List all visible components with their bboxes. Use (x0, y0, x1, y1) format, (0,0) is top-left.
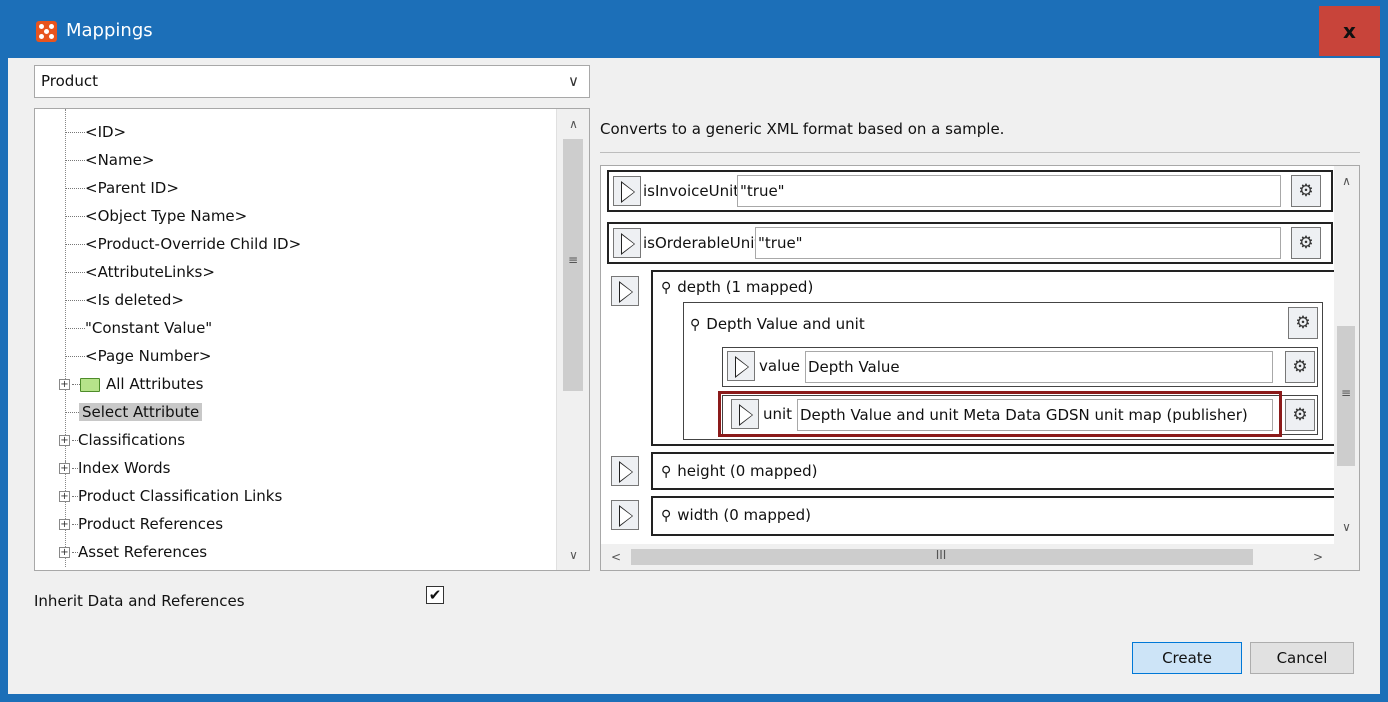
mapping-vertical-scrollbar[interactable]: ∧ ≡ ∨ (1334, 166, 1359, 546)
invoice-unit-field[interactable]: "true" (737, 175, 1281, 207)
depth-group: ⚲ depth (1 mapped) ⚲ Depth Value and unit … (651, 270, 1341, 446)
tree-item-override-child-id[interactable]: <Product-Override Child ID> (65, 231, 301, 257)
depth-value-field[interactable]: Depth Value (805, 351, 1273, 383)
mappings-dialog: Mappings x Product ∨ <ID> <Name> <Parent… (0, 0, 1388, 702)
play-icon[interactable] (611, 500, 639, 530)
scroll-corner (1334, 544, 1359, 570)
tree-item-index-words[interactable]: + Index Words (59, 455, 170, 481)
expand-icon[interactable]: + (59, 435, 70, 446)
inherit-checkbox[interactable]: ✔ (426, 586, 444, 604)
depth-value-label: value (759, 357, 800, 375)
tree-item-all-attributes[interactable]: + All Attributes (59, 371, 203, 397)
tree-scrollbar[interactable]: ∧ ≡ ∨ (556, 109, 589, 570)
width-group: ⚲ width (0 mapped) (651, 496, 1341, 536)
depth-label: ⚲ depth (1 mapped) (661, 278, 814, 296)
divider (600, 152, 1360, 153)
height-label: ⚲ height (0 mapped) (661, 462, 818, 480)
pin-icon: ⚲ (661, 280, 672, 296)
dropdown-value: Product (41, 72, 98, 90)
inherit-label: Inherit Data and References (34, 592, 245, 610)
width-label: ⚲ width (0 mapped) (661, 506, 811, 524)
mapping-horizontal-scrollbar[interactable]: < III > (601, 544, 1334, 570)
grip-icon: III (935, 548, 947, 562)
source-tree: <ID> <Name> <Parent ID> <Object Type Nam… (34, 108, 590, 571)
expand-icon[interactable]: + (59, 491, 70, 502)
grip-icon: ≡ (1340, 386, 1352, 400)
scroll-down-icon[interactable]: ∨ (557, 542, 589, 568)
object-type-dropdown[interactable]: Product ∨ (34, 65, 590, 98)
app-icon (36, 21, 57, 42)
mapping-description: Converts to a generic XML format based o… (600, 120, 1005, 138)
orderable-unit-row: isOrderableUnit "true" ⚙ (607, 222, 1333, 264)
title-bar[interactable]: Mappings x (0, 0, 1388, 58)
tree-item-attribute-links[interactable]: <AttributeLinks> (65, 259, 215, 285)
folder-icon (80, 377, 100, 392)
link-map-icon[interactable]: ⚙ (1285, 351, 1315, 383)
tree-item-select-attribute[interactable]: Select Attribute (65, 399, 203, 425)
play-icon[interactable] (727, 351, 755, 381)
link-map-icon[interactable]: ⚙ (1285, 399, 1315, 431)
orderable-unit-label: isOrderableUnit (643, 234, 761, 252)
orderable-unit-field[interactable]: "true" (755, 227, 1281, 259)
tree-item-product-references[interactable]: + Product References (59, 511, 223, 537)
scroll-left-icon[interactable]: < (603, 544, 629, 570)
play-icon[interactable] (613, 228, 641, 258)
tree-item-is-deleted[interactable]: <Is deleted> (65, 287, 184, 313)
scroll-up-icon[interactable]: ∧ (557, 111, 589, 137)
tree-item-id[interactable]: <ID> (65, 119, 126, 145)
invoice-unit-row: isInvoiceUnit "true" ⚙ (607, 170, 1333, 212)
invoice-unit-label: isInvoiceUnit (643, 182, 740, 200)
scroll-up-icon[interactable]: ∧ (1334, 168, 1359, 194)
pin-icon: ⚲ (661, 464, 672, 480)
play-icon[interactable] (611, 276, 639, 306)
dialog-body: Product ∨ <ID> <Name> <Parent ID> <Objec… (8, 58, 1380, 694)
pin-icon: ⚲ (661, 508, 672, 524)
tree-item-constant-value[interactable]: "Constant Value" (65, 315, 212, 341)
expand-icon[interactable]: + (59, 547, 70, 558)
tree-item-name[interactable]: <Name> (65, 147, 154, 173)
link-map-icon[interactable]: ⚙ (1291, 175, 1321, 207)
selected-row-highlight (718, 391, 1282, 437)
link-map-icon[interactable]: ⚙ (1291, 227, 1321, 259)
depth-value-unit-group: ⚲ Depth Value and unit ⚙ value Depth Valu… (683, 302, 1323, 440)
expand-icon[interactable]: + (59, 379, 70, 390)
tree-item-object-type-name[interactable]: <Object Type Name> (65, 203, 247, 229)
tree-item-classification-links[interactable]: + Product Classification Links (59, 483, 282, 509)
play-icon[interactable] (611, 456, 639, 486)
tree-item-asset-references[interactable]: + Asset References (59, 539, 207, 565)
create-button[interactable]: Create (1132, 642, 1242, 674)
tree-item-parent-id[interactable]: <Parent ID> (65, 175, 179, 201)
grip-icon: ≡ (567, 253, 579, 267)
expand-icon[interactable]: + (59, 519, 70, 530)
height-group: ⚲ height (0 mapped) (651, 452, 1341, 490)
depth-value-unit-label: ⚲ Depth Value and unit (690, 315, 865, 333)
tree-item-classifications[interactable]: + Classifications (59, 427, 185, 453)
window-title: Mappings (66, 20, 153, 41)
tree-item-page-number[interactable]: <Page Number> (65, 343, 211, 369)
pin-icon: ⚲ (690, 317, 701, 333)
expand-icon[interactable]: + (59, 463, 70, 474)
link-map-icon[interactable]: ⚙ (1288, 307, 1318, 339)
depth-value-row: value Depth Value ⚙ (722, 347, 1318, 387)
cancel-button[interactable]: Cancel (1250, 642, 1354, 674)
close-button[interactable]: x (1319, 6, 1380, 56)
mapping-panel: isInvoiceUnit "true" ⚙ isOrderableUnit "… (600, 165, 1360, 571)
scroll-right-icon[interactable]: > (1305, 544, 1331, 570)
play-icon[interactable] (613, 176, 641, 206)
chevron-down-icon: ∨ (568, 72, 579, 90)
scroll-down-icon[interactable]: ∨ (1334, 514, 1359, 540)
